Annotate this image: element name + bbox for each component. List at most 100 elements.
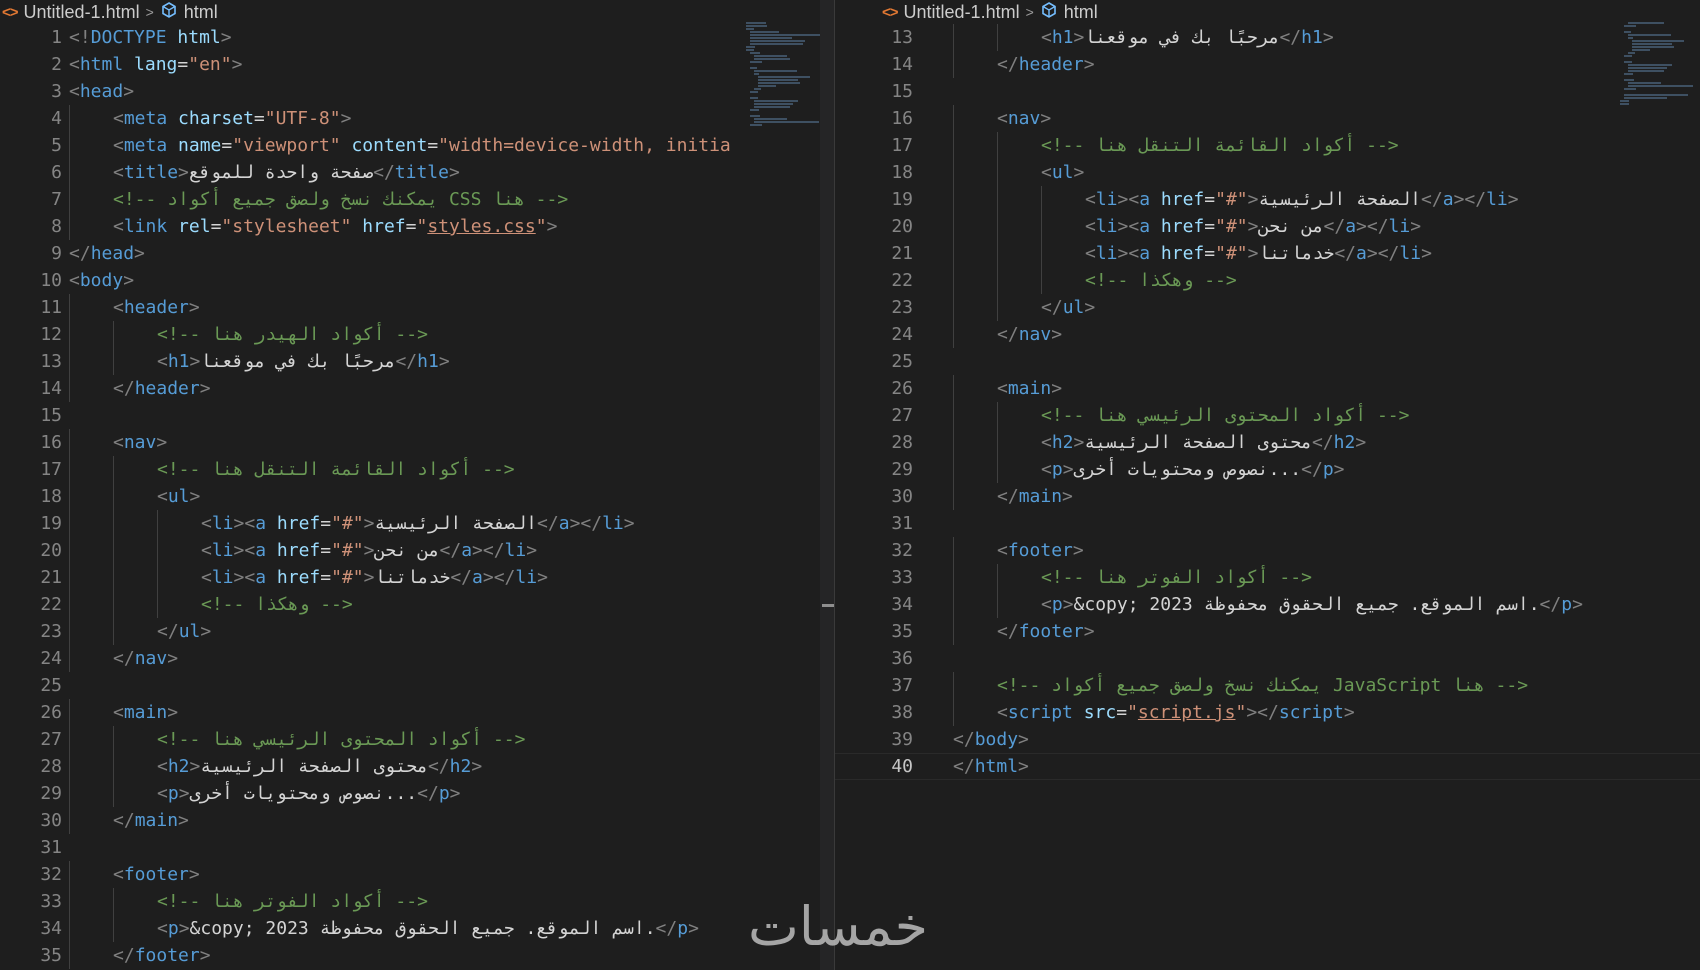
code-text[interactable]: </main> xyxy=(113,807,189,834)
code-text[interactable]: <li><a href="#">من نحن</a></li> xyxy=(1085,213,1421,240)
code-text[interactable]: <!-- وهكذا --> xyxy=(201,591,353,618)
code-text[interactable]: </body> xyxy=(953,726,1029,753)
breadcrumb-element[interactable]: html xyxy=(1064,2,1098,23)
code-line[interactable]: 14 </header> xyxy=(0,375,834,402)
code-line[interactable]: 10 <body> xyxy=(0,267,834,294)
code-text[interactable]: <!-- أكواد الفوتر هنا --> xyxy=(1041,564,1312,591)
code-line[interactable]: 23 </ul> xyxy=(835,294,1700,321)
code-line[interactable]: 15 xyxy=(0,402,834,429)
code-text[interactable]: <!-- أكواد القائمة التنقل هنا --> xyxy=(1041,132,1399,159)
code-line[interactable]: 26 <main> xyxy=(835,375,1700,402)
code-text[interactable]: <h2>محتوى الصفحة الرئيسية</h2> xyxy=(157,753,482,780)
code-text[interactable]: <li><a href="#">خدماتنا</a></li> xyxy=(201,564,548,591)
code-text[interactable]: <main> xyxy=(113,699,178,726)
breadcrumb-file[interactable]: Untitled-1.html xyxy=(904,2,1020,23)
code-text[interactable]: <!-- أكواد الهيدر هنا --> xyxy=(157,321,428,348)
code-text[interactable]: </html> xyxy=(953,753,1029,780)
code-line[interactable]: 35 </footer> xyxy=(0,942,834,969)
code-text[interactable]: <p>نصوص ومحتويات أخرى...</p> xyxy=(157,780,461,807)
code-text[interactable]: <body> xyxy=(69,267,134,294)
minimap-right[interactable] xyxy=(1620,22,1700,142)
code-text[interactable]: <ul> xyxy=(1041,159,1084,186)
code-line[interactable]: 34 <p>&copy; 2023 اسم الموقع. جميع الحقوق… xyxy=(0,915,834,942)
code-line[interactable]: 25 xyxy=(0,672,834,699)
code-line[interactable]: 30 </main> xyxy=(835,483,1700,510)
code-text[interactable]: <footer> xyxy=(997,537,1084,564)
scrollbar-thumb-marker[interactable] xyxy=(822,604,834,607)
code-text[interactable]: <p>نصوص ومحتويات أخرى...</p> xyxy=(1041,456,1345,483)
code-text[interactable]: <nav> xyxy=(113,429,167,456)
code-line[interactable]: 13 <h1>مرحبًا بك في موقعنا</h1> xyxy=(0,348,834,375)
code-text[interactable]: <p>&copy; 2023 اسم الموقع. جميع الحقوق م… xyxy=(1041,591,1583,618)
code-line[interactable]: 18 <ul> xyxy=(835,159,1700,186)
code-line[interactable]: 13 <h1>مرحبًا بك في موقعنا</h1> xyxy=(835,24,1700,51)
code-line[interactable]: 32 <footer> xyxy=(0,861,834,888)
breadcrumb-element[interactable]: html xyxy=(184,2,218,23)
code-text[interactable]: <meta charset="UTF-8"> xyxy=(113,105,351,132)
code-text[interactable]: <footer> xyxy=(113,861,200,888)
code-line[interactable]: 16 <nav> xyxy=(0,429,834,456)
code-line[interactable]: 2 <html lang="en"> xyxy=(0,51,834,78)
code-text[interactable]: </footer> xyxy=(113,942,211,969)
code-line[interactable]: 21 <li><a href="#">خدماتنا</a></li> xyxy=(0,564,834,591)
code-line[interactable]: 22 <!-- وهكذا --> xyxy=(835,267,1700,294)
code-line[interactable]: 17 <!-- أكواد القائمة التنقل هنا --> xyxy=(0,456,834,483)
code-text[interactable]: <h2>محتوى الصفحة الرئيسية</h2> xyxy=(1041,429,1366,456)
code-line[interactable]: 5 <meta name="viewport" content="width=de… xyxy=(0,132,834,159)
code-line[interactable]: 24 </nav> xyxy=(0,645,834,672)
editor-pane-left[interactable]: <> Untitled-1.html > html 1 <!DOCTYPE htm… xyxy=(0,0,834,970)
code-text[interactable]: <p>&copy; 2023 اسم الموقع. جميع الحقوق م… xyxy=(157,915,699,942)
code-text[interactable]: <title>صفحة واحدة للموقع</title> xyxy=(113,159,460,186)
code-text[interactable]: <main> xyxy=(997,375,1062,402)
code-line[interactable]: 28 <h2>محتوى الصفحة الرئيسية</h2> xyxy=(835,429,1700,456)
code-text[interactable]: <link rel="stylesheet" href="styles.css"… xyxy=(113,213,557,240)
code-line[interactable]: 39 </body> xyxy=(835,726,1700,753)
code-line[interactable]: 3 <head> xyxy=(0,78,834,105)
code-text[interactable]: </header> xyxy=(997,51,1095,78)
code-text[interactable]: <li><a href="#">خدماتنا</a></li> xyxy=(1085,240,1432,267)
code-line[interactable]: 23 </ul> xyxy=(0,618,834,645)
code-text[interactable]: <!-- وهكذا --> xyxy=(1085,267,1237,294)
code-text[interactable]: <header> xyxy=(113,294,200,321)
code-line[interactable]: 18 <ul> xyxy=(0,483,834,510)
code-text[interactable]: <li><a href="#">من نحن</a></li> xyxy=(201,537,537,564)
code-text[interactable]: <h1>مرحبًا بك في موقعنا</h1> xyxy=(157,348,450,375)
code-text[interactable]: </header> xyxy=(113,375,211,402)
code-text[interactable]: </nav> xyxy=(113,645,178,672)
code-text[interactable]: <ul> xyxy=(157,483,200,510)
breadcrumb-file[interactable]: Untitled-1.html xyxy=(24,2,140,23)
code-line[interactable]: 21 <li><a href="#">خدماتنا</a></li> xyxy=(835,240,1700,267)
code-text[interactable]: <!DOCTYPE html> xyxy=(69,24,232,51)
code-line[interactable]: 19 <li><a href="#">الصفحة الرئيسية</a></l… xyxy=(0,510,834,537)
code-line[interactable]: 25 xyxy=(835,348,1700,375)
code-line[interactable]: 26 <main> xyxy=(0,699,834,726)
code-line[interactable]: 20 <li><a href="#">من نحن</a></li> xyxy=(0,537,834,564)
code-text[interactable]: <!-- أكواد المحتوى الرئيسي هنا --> xyxy=(1041,402,1409,429)
code-line[interactable]: 20 <li><a href="#">من نحن</a></li> xyxy=(835,213,1700,240)
code-text[interactable]: </nav> xyxy=(997,321,1062,348)
code-line[interactable]: 8 <link rel="stylesheet" href="styles.css… xyxy=(0,213,834,240)
code-line[interactable]: 28 <h2>محتوى الصفحة الرئيسية</h2> xyxy=(0,753,834,780)
code-text[interactable]: <script src="script.js"></script> xyxy=(997,699,1355,726)
code-line[interactable]: 29 <p>نصوص ومحتويات أخرى...</p> xyxy=(0,780,834,807)
code-line[interactable]: 30 </main> xyxy=(0,807,834,834)
code-line[interactable]: 27 <!-- أكواد المحتوى الرئيسي هنا --> xyxy=(0,726,834,753)
code-line[interactable]: 22 <!-- وهكذا --> xyxy=(0,591,834,618)
code-line[interactable]: 32 <footer> xyxy=(835,537,1700,564)
code-line[interactable]: 36 xyxy=(835,645,1700,672)
code-text[interactable]: <!-- أكواد المحتوى الرئيسي هنا --> xyxy=(157,726,525,753)
code-line[interactable]: 12 <!-- أكواد الهيدر هنا --> xyxy=(0,321,834,348)
code-text[interactable]: </head> xyxy=(69,240,145,267)
code-line[interactable]: 17 <!-- أكواد القائمة التنقل هنا --> xyxy=(835,132,1700,159)
code-text[interactable]: <!-- يمكنك نسخ ولصق جميع أكواد CSS هنا -… xyxy=(113,186,568,213)
minimap-left[interactable] xyxy=(746,22,826,142)
code-text[interactable]: </footer> xyxy=(997,618,1095,645)
code-text[interactable]: </main> xyxy=(997,483,1073,510)
code-text[interactable]: <h1>مرحبًا بك في موقعنا</h1> xyxy=(1041,24,1334,51)
code-line[interactable]: 40 </html> xyxy=(835,753,1700,780)
code-line[interactable]: 15 xyxy=(835,78,1700,105)
code-text[interactable]: <!-- أكواد الفوتر هنا --> xyxy=(157,888,428,915)
code-line[interactable]: 34 <p>&copy; 2023 اسم الموقع. جميع الحقوق… xyxy=(835,591,1700,618)
code-text[interactable]: <li><a href="#">الصفحة الرئيسية</a></li> xyxy=(1085,186,1519,213)
code-text[interactable]: </ul> xyxy=(157,618,211,645)
